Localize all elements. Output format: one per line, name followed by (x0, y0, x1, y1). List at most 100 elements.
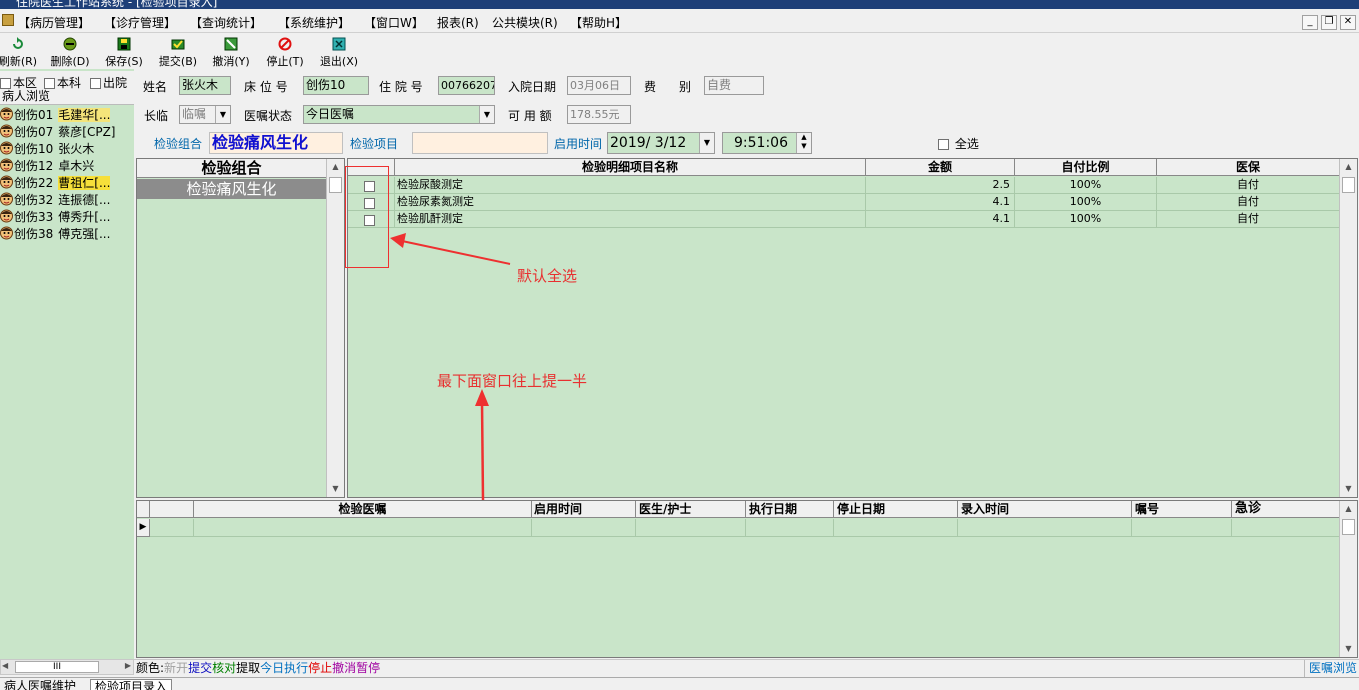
lab-group-label: 检验组合 (154, 137, 203, 151)
select-all-toggle[interactable]: 全选 (938, 135, 979, 152)
chevron-down-icon[interactable]: ▼ (479, 106, 494, 123)
admit-date-field[interactable]: 03月06日 (567, 76, 631, 95)
menu-medical-records[interactable]: 【病历管理】 (18, 14, 90, 31)
order-browse-link[interactable]: 医嘱浏览 (1303, 660, 1357, 677)
lab-group-row[interactable]: 检验痛风生化 (137, 179, 326, 199)
refresh-button[interactable]: 刷新(R) (0, 36, 44, 68)
undo-button[interactable]: 撤消(Y) (205, 36, 257, 68)
patient-avatar-icon (0, 226, 13, 240)
menu-query-stats[interactable]: 【查询统计】 (190, 14, 262, 31)
delete-button[interactable]: 删除(D) (44, 36, 96, 68)
close-icon[interactable]: ✕ (1340, 15, 1356, 30)
minimize-icon[interactable]: _ (1302, 15, 1318, 30)
patient-bed: 创伤32 (14, 193, 54, 207)
menu-treatment[interactable]: 【诊疗管理】 (104, 14, 176, 31)
menu-public-module[interactable]: 公共模块(R) (492, 14, 558, 31)
scroll-up-icon[interactable]: ▲ (1340, 159, 1357, 175)
patient-row[interactable]: 创伤33 傅秀升[... (0, 209, 134, 226)
patient-row[interactable]: 创伤32 连振德[... (0, 192, 134, 209)
start-date-picker[interactable]: 2019/ 3/12 ▼ (607, 132, 715, 154)
inpatient-no-field[interactable]: 00766207 (438, 76, 495, 95)
patient-row[interactable]: 创伤22 曹祖仁[... (0, 175, 134, 192)
term-select[interactable]: 临嘱 ▼ (179, 105, 231, 124)
lab-group-scrollbar[interactable]: ▲ ▼ (326, 159, 344, 497)
scroll-thumb[interactable] (1342, 519, 1355, 535)
time-spinner-icon[interactable]: ▲ ▼ (796, 133, 811, 153)
order-row-empty[interactable] (150, 519, 1340, 537)
save-button[interactable]: 保存(S) (98, 36, 150, 68)
name-label: 姓名 (143, 80, 168, 94)
name-field[interactable]: 张火木 (179, 76, 231, 95)
filter-department-checkbox[interactable] (44, 78, 55, 89)
start-time-field[interactable]: 9:51:06 ▲ ▼ (722, 132, 812, 154)
detail-insurance[interactable]: 自付 (1157, 177, 1340, 194)
delete-icon (63, 37, 77, 51)
bed-field[interactable]: 创伤10 (303, 76, 369, 95)
filter-discharged-checkbox[interactable] (90, 78, 101, 89)
fee-type-label: 费 (644, 80, 657, 94)
patient-row[interactable]: 创伤01 毛建华[... (0, 107, 134, 124)
detail-item-name[interactable]: 检验尿酸测定 (395, 177, 866, 194)
scroll-down-icon[interactable]: ▼ (1340, 641, 1357, 657)
scroll-thumb[interactable] (329, 177, 342, 193)
detail-ratio[interactable]: 100% (1015, 194, 1157, 211)
tab-patient-orders[interactable]: 病人医嘱维护 (0, 679, 80, 690)
menu-system[interactable]: 【系统维护】 (278, 14, 350, 31)
patient-row[interactable]: 创伤38 傅克强[... (0, 226, 134, 243)
fee-type-field[interactable]: 自费 (704, 76, 764, 95)
patient-name: 傅秀升[... (58, 210, 111, 224)
exit-button[interactable]: 退出(X) (313, 36, 365, 68)
chevron-down-icon[interactable]: ▼ (699, 133, 714, 153)
patient-name: 傅克强[... (58, 227, 111, 241)
scroll-up-icon[interactable]: ▲ (327, 159, 344, 175)
detail-header-insurance: 医保 (1157, 159, 1340, 176)
lab-group-input[interactable]: 检验痛风生化 (209, 132, 343, 154)
lab-item-label: 检验项目 (350, 137, 399, 151)
inpatient-no-label: 住 院 号 (379, 80, 423, 94)
detail-item-name[interactable]: 检验尿素氮测定 (395, 194, 866, 211)
order-status-select[interactable]: 今日医嘱 ▼ (303, 105, 495, 124)
menu-window[interactable]: 【窗口W】 (364, 14, 424, 31)
tab-lab-entry[interactable]: 检验项目录入 (90, 679, 173, 690)
toolbar: 刷新(R) 删除(D) 保存(S) 提交(B) 撤消(Y) 停止(T) 退出(X… (0, 33, 1359, 69)
detail-amount[interactable]: 2.5 (866, 177, 1015, 194)
detail-ratio[interactable]: 100% (1015, 177, 1157, 194)
filter-ward-checkbox[interactable] (0, 78, 11, 89)
patient-list-hscroll[interactable]: III ◀ ▶ (0, 659, 134, 675)
hscroll-thumb[interactable]: III (15, 661, 99, 673)
patient-row[interactable]: 创伤12 卓木兴 (0, 158, 134, 175)
menu-help[interactable]: 【帮助H】 (570, 14, 627, 31)
lab-item-input[interactable] (412, 132, 548, 154)
lab-detail-scrollbar[interactable]: ▲ ▼ (1339, 159, 1357, 497)
stop-button[interactable]: 停止(T) (259, 36, 311, 68)
scroll-left-icon[interactable]: ◀ (2, 661, 8, 670)
detail-ratio[interactable]: 100% (1015, 211, 1157, 228)
lab-order-scrollbar[interactable]: ▲ ▼ (1339, 501, 1357, 657)
row-pointer-icon[interactable]: ▶ (137, 519, 150, 537)
app-icon[interactable] (2, 14, 14, 26)
detail-insurance[interactable]: 自付 (1157, 211, 1340, 228)
scroll-up-icon[interactable]: ▲ (1340, 501, 1357, 517)
patient-bed: 创伤01 (14, 108, 54, 122)
balance-field[interactable]: 178.55元 (567, 105, 631, 124)
select-all-checkbox[interactable] (938, 139, 949, 150)
submit-button[interactable]: 提交(B) (152, 36, 204, 68)
menu-reports[interactable]: 报表(R) (437, 14, 479, 31)
patient-row[interactable]: 创伤10 张火木 (0, 141, 134, 158)
legend-item: 提取 (236, 661, 261, 675)
scroll-thumb[interactable] (1342, 177, 1355, 193)
menu-bar: 【病历管理】 【诊疗管理】 【查询统计】 【系统维护】 【窗口W】 报表(R) … (0, 9, 1359, 33)
detail-insurance[interactable]: 自付 (1157, 194, 1340, 211)
scroll-down-icon[interactable]: ▼ (327, 481, 344, 497)
detail-amount[interactable]: 4.1 (866, 211, 1015, 228)
scroll-down-icon[interactable]: ▼ (1340, 481, 1357, 497)
chevron-down-icon[interactable]: ▼ (215, 106, 230, 123)
order-header-exec-date: 执行日期 (746, 501, 834, 518)
patient-browser-panel: 本区 本科 出院 病人浏览 创伤01 毛建华[... 创伤07 蔡彦[CPZ] 创伤10… (0, 69, 134, 659)
patient-row[interactable]: 创伤07 蔡彦[CPZ] (0, 124, 134, 141)
restore-icon[interactable]: ❐ (1321, 15, 1337, 30)
submit-icon (171, 39, 185, 50)
scroll-right-icon[interactable]: ▶ (125, 661, 131, 670)
detail-amount[interactable]: 4.1 (866, 194, 1015, 211)
legend-item: 停止 (308, 661, 333, 675)
